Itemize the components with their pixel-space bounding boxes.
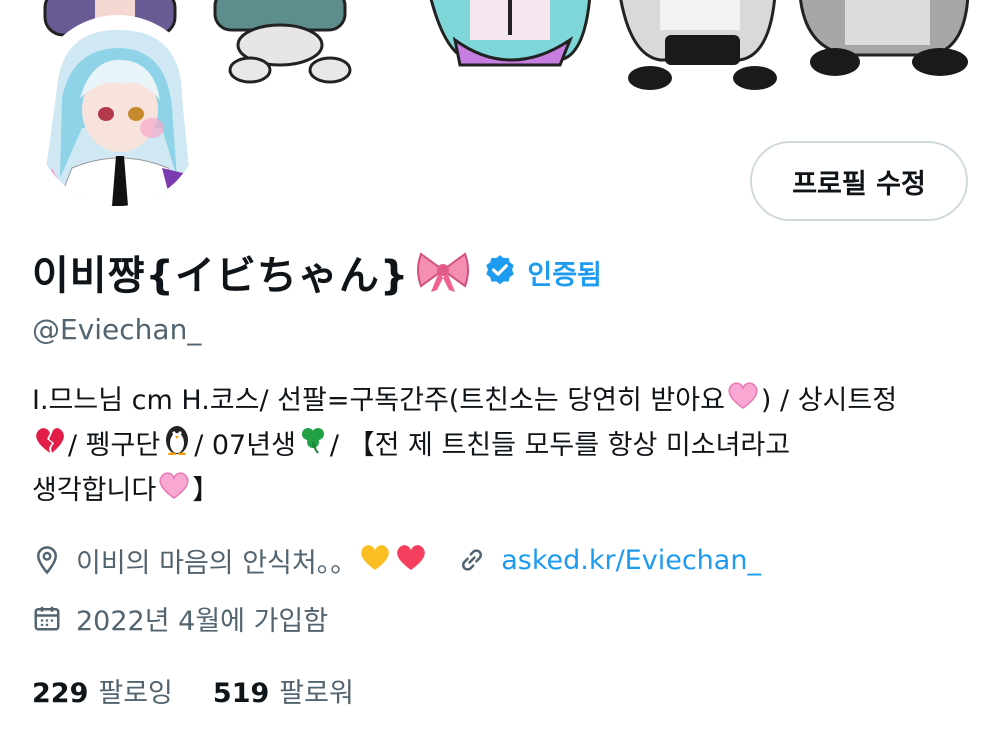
bio-text: / 07년생 (194, 430, 296, 461)
display-name: 이비쨩{イビちゃん} (32, 253, 410, 299)
clover-emoji-icon (298, 423, 328, 468)
ribbon-emoji-icon (415, 248, 471, 296)
user-handle: @Eviechan_ (32, 313, 202, 346)
bio-text: / 펭구단 (68, 430, 161, 461)
profile-joined-row: 2022년 4월에 가입함 (32, 596, 328, 640)
followers-count: 519 (212, 677, 270, 709)
followers-label: 팔로워 (279, 677, 354, 709)
bio-text: 】 (192, 475, 220, 506)
bio-line: I.므느님 cm H.코스/ 선팔=구독간주(트친소는 당연히 받아요 ) / … (32, 378, 972, 423)
profile-avatar[interactable] (32, 18, 204, 206)
pink-heart-emoji-icon (158, 468, 190, 513)
penguin-emoji-icon (162, 423, 192, 469)
broken-heart-emoji-icon (34, 423, 66, 468)
profile-website-link[interactable]: asked.kr/Eviechan_ (501, 545, 761, 576)
bio-text: ) / 상시트정 (760, 385, 898, 416)
yellow-heart-emoji-icon (359, 543, 391, 578)
link-icon (457, 545, 487, 575)
profile-joined-date: 2022년 4월에 가입함 (76, 605, 329, 637)
red-heart-emoji-icon (395, 543, 427, 578)
calendar-icon (32, 603, 62, 633)
follow-stats: 229 팔로잉 519 팔로워 (32, 668, 354, 712)
profile-location: 이비의 마음의 안식처。。 (76, 547, 358, 579)
following-count: 229 (32, 677, 89, 709)
verified-badge-icon[interactable] (483, 253, 517, 291)
pink-heart-emoji-icon (727, 378, 759, 423)
location-pin-icon (32, 545, 62, 575)
followers-stat[interactable]: 519 팔로워 (213, 671, 354, 710)
edit-profile-button[interactable]: 프로필 수정 (750, 141, 968, 221)
profile-meta-row: 이비의 마음의 안식처。。 asked.kr/Eviechan_ (32, 538, 761, 582)
verified-label[interactable]: 인증됨 (527, 253, 602, 292)
bio-text: I.므느님 cm H.코스/ 선팔=구독간주(트친소는 당연히 받아요 (32, 385, 725, 416)
bio-text: 생각합니다 (32, 475, 157, 506)
bio-line: / 펭구단 / 07년생 / 【전 제 트친들 모두를 항상 미소녀라고 (32, 423, 972, 468)
following-stat[interactable]: 229 팔로잉 (32, 671, 173, 710)
profile-bio: I.므느님 cm H.코스/ 선팔=구독간주(트친소는 당연히 받아요 ) / … (32, 378, 972, 513)
bio-line: 생각합니다 】 (32, 468, 972, 513)
following-label: 팔로잉 (98, 677, 173, 709)
avatar-illustration (32, 18, 204, 206)
bio-text: / 【전 제 트친들 모두를 항상 미소녀라고 (329, 430, 791, 461)
display-name-row: 이비쨩{イビちゃん} 인증됨 (32, 244, 602, 300)
